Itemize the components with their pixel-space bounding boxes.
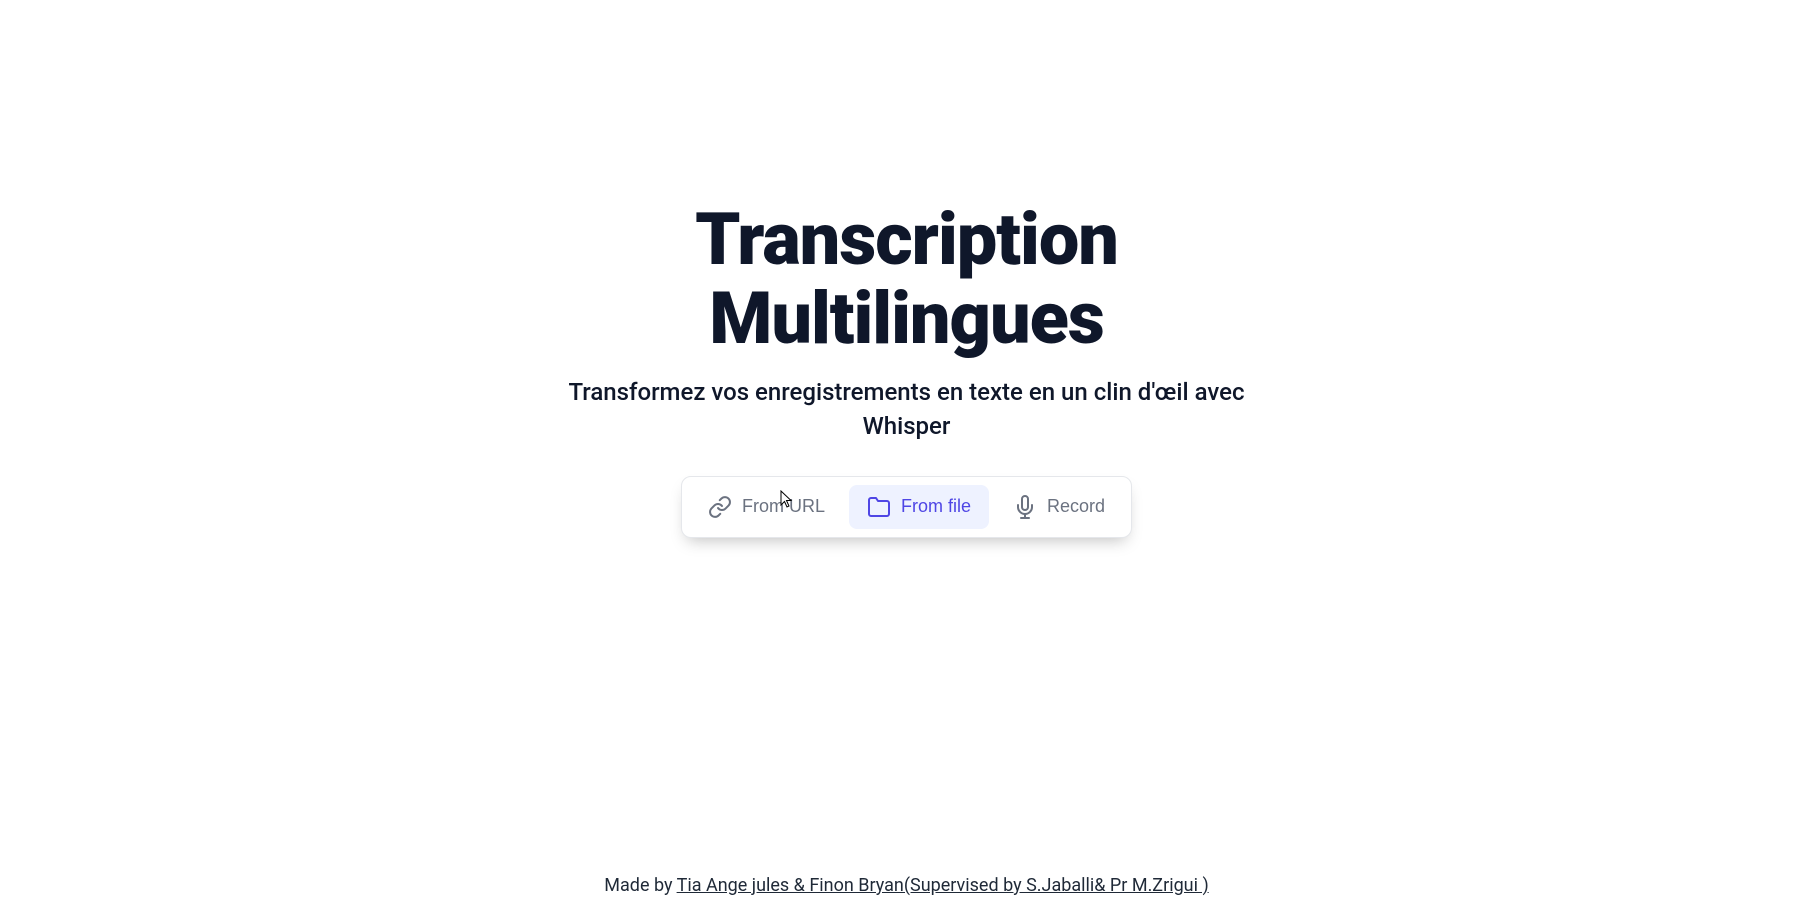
tab-from-url[interactable]: From URL [690, 485, 843, 529]
tab-label-from-file: From file [901, 496, 971, 517]
tab-from-file[interactable]: From file [849, 485, 989, 529]
tab-record[interactable]: Record [995, 485, 1123, 529]
tab-label-record: Record [1047, 496, 1105, 517]
title-line-1: Transcription [695, 197, 1118, 282]
footer: Made by Tia Ange jules & Finon Bryan(Sup… [0, 875, 1813, 896]
main-content: Transcription Multilingues Transformez v… [0, 200, 1813, 538]
link-icon [708, 495, 732, 519]
title-line-2: Multilingues [709, 276, 1104, 361]
microphone-icon [1013, 495, 1037, 519]
footer-prefix: Made by [604, 875, 676, 896]
page-subtitle: Transformez vos enregistrements en texte… [557, 376, 1257, 443]
tab-label-from-url: From URL [742, 496, 825, 517]
page-title: Transcription Multilingues [695, 200, 1118, 358]
footer-credits-link[interactable]: Tia Ange jules & Finon Bryan(Supervised … [677, 875, 1209, 896]
source-tabs: From URL From file Record [681, 476, 1132, 538]
folder-icon [867, 495, 891, 519]
